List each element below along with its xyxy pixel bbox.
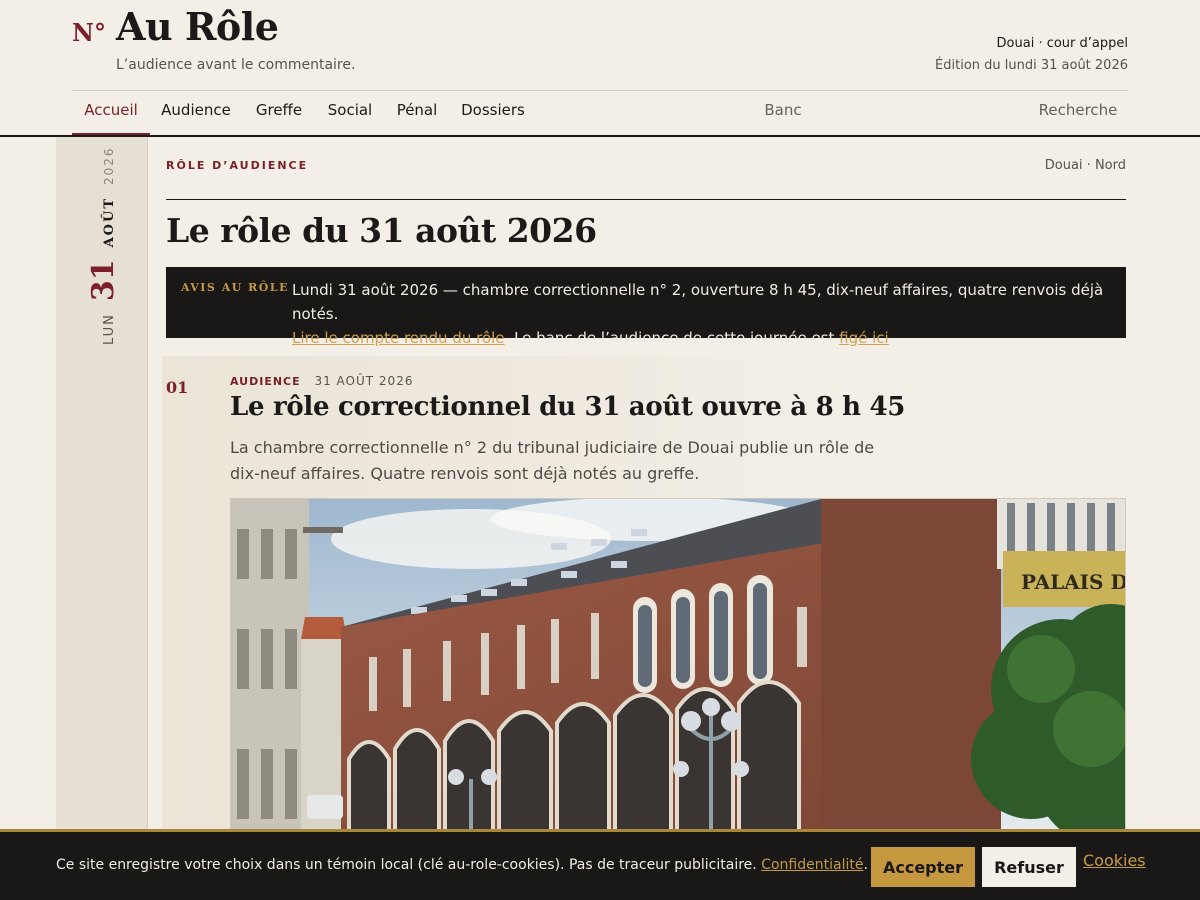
report-link[interactable]: Lire le compte rendu du rôle	[292, 329, 505, 347]
page-title: Le rôle du 31 août 2026	[166, 211, 597, 250]
article-card: 01 AUDIENCE 31 AOÛT 2026 Le rôle correct…	[162, 356, 1126, 856]
rail-month: AOÛT	[102, 196, 117, 248]
cookie-message: Ce site enregistre votre choix dans un t…	[56, 857, 868, 873]
nav-item-greffe[interactable]: Greffe	[248, 91, 310, 136]
masthead: N° Au Rôle L’audience avant le commentai…	[72, 0, 1128, 90]
nav-item-social[interactable]: Social	[322, 91, 378, 136]
title-divider	[166, 199, 1126, 200]
main-nav: Accueil Audience Greffe Social Pénal Dos…	[72, 90, 1128, 136]
cookie-text-end: .	[863, 857, 868, 873]
accept-cookies-button[interactable]: Accepter	[871, 847, 975, 887]
edition-info: Douai · cour d’appel Édition du lundi 31…	[935, 36, 1128, 74]
courthouse-photo: PALAIS DE J	[231, 499, 1126, 837]
rail-day-number: 31	[86, 259, 121, 302]
article-lede: La chambre correctionnelle n° 2 du tribu…	[230, 438, 875, 483]
notice-banner: AVIS AU RÔLE Lundi 31 août 2026 — chambr…	[166, 267, 1126, 347]
notice-text-end: .	[888, 329, 894, 347]
article-section[interactable]: AUDIENCE	[230, 375, 301, 388]
rail-date: LUN 31 AOÛT 2026	[86, 146, 121, 345]
notice-text-middle: . Le banc de l’audience de cette journée…	[504, 329, 840, 347]
article-title[interactable]: Le rôle correctionnel du 31 août ouvre à…	[230, 392, 905, 422]
notice-label: AVIS AU RÔLE	[181, 281, 289, 294]
nav-item-accueil[interactable]: Accueil	[72, 91, 150, 136]
refuse-cookies-button[interactable]: Refuser	[982, 847, 1076, 887]
notice-text: Lundi 31 août 2026 — chambre correctionn…	[292, 281, 1104, 323]
location-label: Douai · Nord	[1044, 158, 1126, 173]
nav-item-audience[interactable]: Audience	[158, 91, 234, 136]
nav-item-dossiers[interactable]: Dossiers	[458, 91, 528, 136]
cookie-text: Ce site enregistre votre choix dans un t…	[56, 857, 762, 873]
article-meta: AUDIENCE 31 AOÛT 2026	[230, 374, 413, 388]
article-number: 01	[166, 378, 189, 397]
court-name: Douai · cour d’appel	[996, 36, 1128, 51]
nav-item-banc[interactable]: Banc	[760, 91, 806, 136]
edition-date: Édition du lundi 31 août 2026	[935, 58, 1128, 73]
header-divider	[0, 135, 1200, 137]
cookie-banner: Ce site enregistre votre choix dans un t…	[0, 829, 1200, 900]
site-title[interactable]: Au Rôle	[116, 4, 279, 49]
article-image[interactable]: PALAIS DE J	[230, 498, 1126, 838]
rail-year: 2026	[102, 146, 116, 185]
article-date: 31 AOÛT 2026	[314, 374, 414, 388]
brand-mark[interactable]: N°	[72, 18, 106, 47]
search-link[interactable]: Recherche	[1038, 91, 1118, 136]
cookie-settings-link[interactable]: Cookies	[1083, 851, 1146, 870]
rail-weekday: LUN	[102, 313, 117, 345]
privacy-link[interactable]: Confidentialité	[761, 857, 863, 873]
section-kicker: RÔLE D’AUDIENCE	[166, 159, 309, 172]
palais-sign: PALAIS DE J	[1021, 570, 1126, 594]
notice-body: Lundi 31 août 2026 — chambre correctionn…	[292, 278, 1122, 350]
frozen-bench-link[interactable]: figé ici	[839, 329, 889, 347]
site-tagline: L’audience avant le commentaire.	[116, 57, 356, 73]
nav-item-penal[interactable]: Pénal	[390, 91, 444, 136]
